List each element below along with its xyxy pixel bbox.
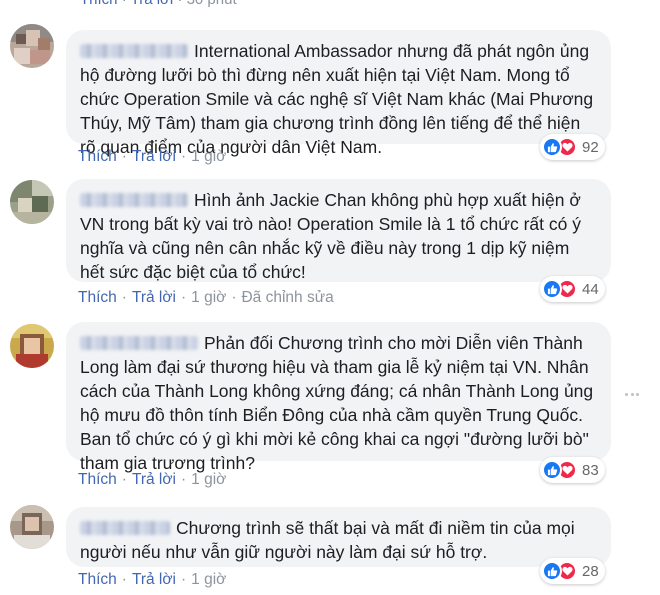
- avatar[interactable]: [10, 24, 54, 68]
- dot: [636, 393, 639, 396]
- like-reaction-icon: [542, 561, 562, 581]
- comment-bubble: Chương trình sẽ thất bại và mất đi niềm …: [66, 507, 611, 567]
- avatar-photo: [10, 24, 54, 68]
- reaction-icons: [542, 136, 580, 158]
- comment-actions: Thích · Trả lời · 1 giờ: [78, 148, 226, 166]
- separator: ·: [121, 289, 127, 306]
- separator: ·: [122, 0, 131, 8]
- comment-actions: Thích · Trả lời · 1 giờ · Đã chỉnh sửa: [78, 289, 334, 307]
- reply-link[interactable]: Trả lời: [132, 289, 176, 306]
- separator: ·: [121, 148, 127, 165]
- more-options-icon[interactable]: [625, 393, 639, 397]
- separator: ·: [180, 571, 187, 588]
- edited-label[interactable]: Đã chỉnh sửa: [241, 289, 333, 306]
- author-name-blurred[interactable]: [80, 521, 170, 535]
- like-reaction-icon: [542, 137, 562, 157]
- reply-link[interactable]: Trả lời: [132, 571, 176, 588]
- avatar[interactable]: [10, 324, 54, 368]
- reply-link[interactable]: Trả lời: [131, 0, 174, 8]
- comment-bubble: International Ambassador nhưng đã phát n…: [66, 30, 611, 157]
- reaction-icons: [542, 278, 580, 300]
- reaction-count: 28: [582, 562, 599, 580]
- avatar[interactable]: [10, 505, 54, 549]
- reaction-count: 92: [582, 138, 599, 156]
- author-name-blurred[interactable]: [80, 336, 198, 350]
- author-name-blurred[interactable]: [80, 193, 188, 207]
- like-reaction-icon: [542, 460, 562, 480]
- dot: [630, 393, 634, 396]
- like-link[interactable]: Thích: [78, 571, 117, 588]
- reaction-count: 83: [582, 461, 599, 479]
- reply-link[interactable]: Trả lời: [132, 471, 176, 488]
- separator: ·: [180, 289, 187, 306]
- comment-time: 30 phút: [187, 0, 237, 8]
- dot: [625, 393, 628, 396]
- comment-time[interactable]: 1 giờ: [191, 289, 226, 306]
- like-reaction-icon: [542, 279, 562, 299]
- author-name-blurred[interactable]: [80, 44, 188, 58]
- reaction-summary[interactable]: 28: [540, 558, 605, 584]
- reply-link[interactable]: Trả lời: [132, 148, 176, 165]
- reaction-summary[interactable]: 92: [540, 134, 605, 160]
- comment-bubble: Phản đối Chương trình cho mời Diễn viên …: [66, 322, 611, 473]
- reaction-icons: [542, 459, 580, 481]
- previous-comment-actions: Thích · Trả lời · 30 phút: [80, 0, 237, 8]
- like-link[interactable]: Thích: [78, 471, 117, 488]
- separator: ·: [121, 571, 127, 588]
- separator: ·: [180, 471, 187, 488]
- separator: ·: [180, 148, 187, 165]
- avatar[interactable]: [10, 180, 54, 224]
- reaction-summary[interactable]: 44: [540, 276, 605, 302]
- comment-actions: Thích · Trả lời · 1 giờ: [78, 571, 226, 589]
- avatar-photo: [10, 324, 54, 368]
- comment-time[interactable]: 1 giờ: [191, 571, 226, 588]
- comment-bubble: Hình ảnh Jackie Chan không phù hợp xuất …: [66, 179, 611, 282]
- like-link[interactable]: Thích: [78, 289, 117, 306]
- like-link[interactable]: Thích: [80, 0, 118, 8]
- reaction-count: 44: [582, 280, 599, 298]
- comment-time[interactable]: 1 giờ: [191, 148, 226, 165]
- comment-actions: Thích · Trả lời · 1 giờ: [78, 471, 226, 489]
- separator: ·: [121, 471, 127, 488]
- reaction-icons: [542, 560, 580, 582]
- separator: ·: [177, 0, 186, 8]
- separator: ·: [231, 289, 237, 306]
- comment-time[interactable]: 1 giờ: [191, 471, 226, 488]
- like-link[interactable]: Thích: [78, 148, 117, 165]
- reaction-summary[interactable]: 83: [540, 457, 605, 483]
- avatar-photo: [10, 505, 54, 549]
- avatar-photo: [10, 180, 54, 224]
- comment-text: International Ambassador nhưng đã phát n…: [80, 41, 594, 157]
- comment-text: Phản đối Chương trình cho mời Diễn viên …: [80, 333, 594, 473]
